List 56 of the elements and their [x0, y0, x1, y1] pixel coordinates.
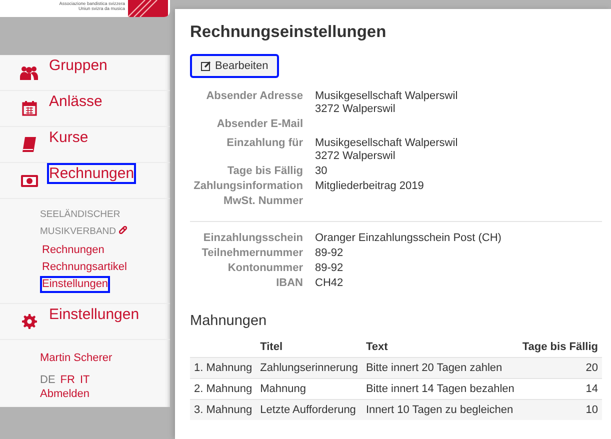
settings-icon — [22, 314, 36, 329]
language-link[interactable]: FR — [60, 374, 75, 386]
column-header: Titel — [256, 337, 362, 358]
table-cell: 20 — [518, 358, 602, 378]
logout-link[interactable]: Abmelden — [40, 388, 90, 400]
field-label: Einzahlungsschein — [202, 232, 303, 245]
table-cell: 1. Mahnung — [190, 358, 256, 378]
field-label: Zahlungsinformation — [192, 180, 303, 193]
field-label: MwSt. Nummer — [222, 195, 303, 209]
field-value: Musikgesellschaft Walperswil — [315, 137, 459, 150]
page-title: Rechnungseinstellungen — [190, 23, 388, 42]
language-link[interactable]: IT — [80, 374, 90, 386]
nav-link[interactable]: Anlässe — [47, 91, 104, 112]
field-label: Absender E-Mail — [216, 118, 303, 132]
section-title: Mahnungen — [190, 313, 268, 329]
table-cell: 10 — [518, 400, 602, 420]
submenu-link[interactable]: Einstellungen — [40, 276, 110, 293]
nav-link[interactable]: Gruppen — [47, 55, 110, 76]
field-value: Oranger Einzahlungsschein Post (CH) — [315, 232, 502, 245]
submenu-link[interactable]: Rechnungen — [40, 242, 106, 259]
edit-button[interactable]: Bearbeiten — [190, 54, 280, 78]
edit-icon — [201, 61, 211, 71]
field-value: CH42 — [315, 277, 344, 290]
table-cell: Letzte Aufforderung — [256, 400, 362, 420]
field-value: 89-92 — [315, 247, 344, 260]
book-icon — [22, 137, 36, 152]
table-cell: Zahlungserinnerung — [256, 358, 362, 378]
field-label: Absender Adresse — [205, 90, 303, 104]
column-header: Tage bis Fällig — [518, 337, 602, 358]
users-icon — [20, 66, 38, 80]
logo-stripes-icon — [128, 0, 168, 17]
field-value: Mitgliederbeitrag 2019 — [315, 180, 425, 193]
nav-link[interactable]: Rechnungen — [47, 163, 136, 184]
field-value: 89-92 — [315, 262, 344, 275]
nav-link[interactable]: Einstellungen — [47, 304, 142, 325]
group-label: SEELÄNDISCHER MUSIKVERBAND — [40, 207, 150, 240]
table-cell: 3. Mahnung — [190, 400, 256, 420]
table-cell: Bitte innert 20 Tagen zahlen — [362, 358, 518, 378]
field-label: IBAN — [275, 277, 303, 290]
submenu-link[interactable]: Rechnungsartikel — [40, 259, 129, 276]
field-label: Tage bis Fällig — [226, 165, 303, 178]
language-link[interactable]: DE — [40, 374, 56, 386]
calendar-icon — [22, 101, 36, 116]
nav-link[interactable]: Kurse — [47, 127, 90, 148]
user-link[interactable]: Martin Scherer — [40, 352, 112, 364]
field-label: Einzahlung für — [226, 137, 303, 151]
field-value: 30 — [315, 165, 328, 178]
table-cell: Innert 10 Tagen zu begleichen — [362, 400, 518, 420]
field-value: Musikgesellschaft Walperswil — [315, 90, 459, 103]
field-label: Teilnehmernummer — [200, 247, 303, 260]
banknote-icon — [20, 174, 38, 186]
field-value: 3272 Walperswil — [315, 103, 396, 116]
field-value: 3272 Walperswil — [315, 150, 396, 163]
field-label: Kontonummer — [226, 262, 303, 275]
column-header: Text — [362, 337, 518, 358]
link-icon — [118, 226, 127, 236]
